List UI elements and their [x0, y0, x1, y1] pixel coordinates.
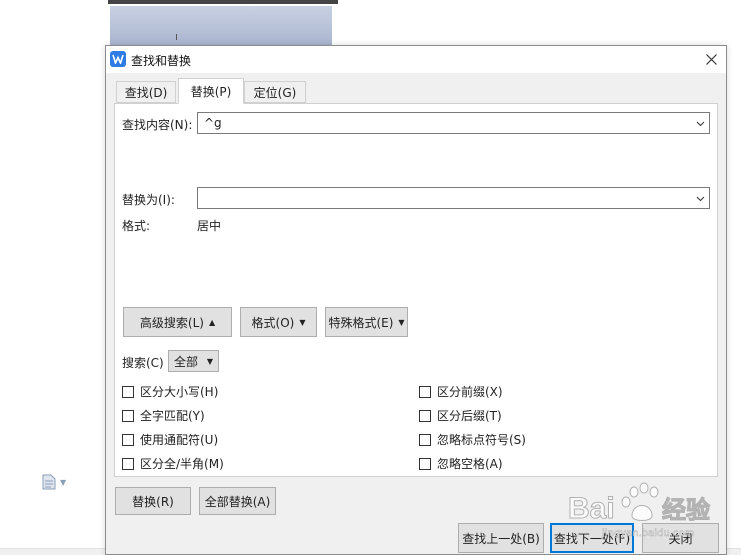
- find-previous-button[interactable]: 查找上一处(B): [458, 523, 544, 553]
- find-replace-dialog: 查找和替换 查找(D) 替换(P) 定位(G) 查找内容(N): ^g 替换为(…: [105, 45, 727, 555]
- find-input[interactable]: ^g: [197, 112, 710, 134]
- tab-find[interactable]: 查找(D): [116, 81, 176, 103]
- chevron-down-icon[interactable]: [696, 119, 705, 128]
- dialog-title: 查找和替换: [131, 54, 192, 68]
- chevron-down-icon: ▼: [206, 356, 213, 366]
- format-label: 格式:: [122, 219, 151, 233]
- checkbox-match-suffix[interactable]: 区分后缀(T): [419, 407, 502, 424]
- checkbox-box[interactable]: [419, 433, 431, 446]
- advanced-search-label: 高级搜索(L): [139, 315, 204, 330]
- search-scope-value: 全部: [174, 354, 199, 369]
- replace-tab-panel: 查找内容(N): ^g 替换为(I): 格式: 居中 高级搜索(L) ▲ 格式(…: [114, 103, 718, 477]
- tab-replace[interactable]: 替换(P): [178, 78, 244, 104]
- checkbox-box[interactable]: [122, 433, 134, 446]
- title-bar: 查找和替换: [106, 46, 726, 73]
- find-value: ^g: [204, 116, 222, 130]
- find-next-button[interactable]: 查找下一处(F): [550, 523, 634, 553]
- replace-button[interactable]: 替换(R): [115, 487, 191, 515]
- document-icon: [42, 474, 56, 490]
- special-format-label: 特殊格式(E): [328, 315, 394, 330]
- chevron-down-icon: ▼: [299, 317, 306, 327]
- replace-all-button[interactable]: 全部替换(A): [199, 487, 276, 515]
- format-value: 居中: [197, 219, 222, 233]
- advanced-search-button[interactable]: 高级搜索(L) ▲: [123, 307, 232, 337]
- checkbox-ignore-spaces[interactable]: 忽略空格(A): [419, 455, 503, 472]
- document-text-fragment: [108, 0, 338, 4]
- chevron-down-icon[interactable]: [696, 194, 705, 203]
- tab-goto[interactable]: 定位(G): [244, 81, 306, 103]
- page-icon-menu[interactable]: ▼: [42, 474, 70, 490]
- special-format-button[interactable]: 特殊格式(E) ▼: [325, 307, 408, 337]
- checkbox-label: 区分大小写(H): [140, 385, 219, 399]
- checkbox-label: 使用通配符(U): [140, 433, 219, 447]
- replace-label: 替换为(I):: [122, 193, 175, 207]
- checkbox-match-prefix[interactable]: 区分前缀(X): [419, 383, 503, 400]
- checkbox-ignore-punctuation[interactable]: 忽略标点符号(S): [419, 431, 526, 448]
- checkbox-box[interactable]: [419, 457, 431, 470]
- checkbox-label: 区分全/半角(M): [140, 457, 224, 471]
- checkbox-label: 全字匹配(Y): [140, 409, 205, 423]
- find-label: 查找内容(N):: [122, 118, 193, 132]
- expand-icon: ▲: [208, 317, 216, 327]
- checkbox-whole-word[interactable]: 全字匹配(Y): [122, 407, 205, 424]
- replace-input[interactable]: [197, 187, 710, 209]
- checkbox-box[interactable]: [122, 457, 134, 470]
- close-icon[interactable]: [696, 46, 726, 73]
- checkbox-box[interactable]: [122, 409, 134, 422]
- checkbox-label: 忽略标点符号(S): [437, 433, 526, 447]
- search-scope-label: 搜索(C): [122, 356, 164, 370]
- format-button[interactable]: 格式(O) ▼: [240, 307, 317, 337]
- checkbox-label: 区分前缀(X): [437, 385, 503, 399]
- checkbox-box[interactable]: [122, 385, 134, 398]
- text-cursor: [176, 34, 177, 40]
- checkbox-label: 区分后缀(T): [437, 409, 502, 423]
- checkbox-box[interactable]: [419, 409, 431, 422]
- chevron-down-icon: ▼: [398, 317, 405, 327]
- chevron-down-icon: ▼: [60, 477, 67, 487]
- checkbox-wildcards[interactable]: 使用通配符(U): [122, 431, 218, 448]
- close-button[interactable]: 关闭: [642, 523, 719, 553]
- format-button-label: 格式(O): [251, 315, 295, 330]
- search-scope-select[interactable]: 全部 ▼: [168, 350, 219, 372]
- document-image: [110, 6, 332, 46]
- wps-app-icon: [110, 51, 126, 67]
- checkbox-label: 忽略空格(A): [437, 457, 503, 471]
- checkbox-match-case[interactable]: 区分大小写(H): [122, 383, 218, 400]
- checkbox-full-half-width[interactable]: 区分全/半角(M): [122, 455, 224, 472]
- checkbox-box[interactable]: [419, 385, 431, 398]
